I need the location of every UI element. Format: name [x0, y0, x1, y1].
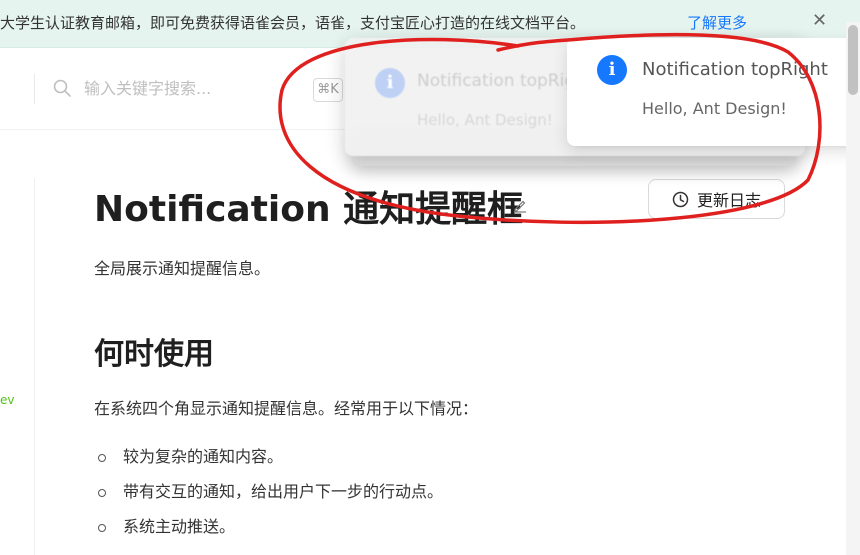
banner-text: 大学生认证教育邮箱，即可免费获得语雀会员，语雀，支付宝匠心打造的在线文档平台。	[0, 14, 586, 32]
page-title: Notification 通知提醒框	[94, 189, 524, 230]
notification-message: Hello, Ant Design!	[642, 99, 787, 118]
header-divider	[34, 74, 35, 104]
banner-close-icon[interactable]: ✕	[812, 10, 827, 31]
when-to-use-heading: 何时使用	[94, 337, 214, 372]
list-item: 带有交互的通知，给出用户下一步的行动点。	[94, 480, 443, 515]
sidebar-menu-badge: ev	[0, 393, 15, 407]
list-item: 系统主动推送。	[94, 515, 443, 550]
sidebar-divider	[34, 178, 35, 555]
history-icon	[672, 191, 689, 207]
list-item: 较为复杂的通知内容。	[94, 445, 443, 480]
scrollbar-thumb[interactable]	[848, 25, 858, 95]
banner-learn-more-link[interactable]: 了解更多	[687, 12, 747, 33]
changelog-label: 更新日志	[696, 191, 761, 210]
changelog-button[interactable]: 更新日志	[648, 179, 785, 219]
edit-icon[interactable]	[512, 197, 528, 213]
search-icon	[53, 79, 71, 97]
info-icon: i	[597, 55, 627, 85]
when-to-use-intro: 在系统四个角显示通知提醒信息。经常用于以下情况：	[94, 399, 479, 418]
notification-card-front[interactable]: i Notification topRight Hello, Ant Desig…	[567, 38, 860, 146]
notification-title: Notification topRight	[642, 59, 828, 80]
when-to-use-list: 较为复杂的通知内容。 带有交互的通知，给出用户下一步的行动点。 系统主动推送。	[94, 445, 443, 550]
search-shortcut-badge: ⌘K	[313, 78, 343, 102]
page-description: 全局展示通知提醒信息。	[94, 259, 271, 278]
notification-message: Hello, Ant Design!	[417, 111, 553, 129]
info-icon: i	[375, 68, 405, 98]
search-input[interactable]	[84, 75, 264, 101]
scrollbar-track[interactable]	[846, 22, 860, 555]
